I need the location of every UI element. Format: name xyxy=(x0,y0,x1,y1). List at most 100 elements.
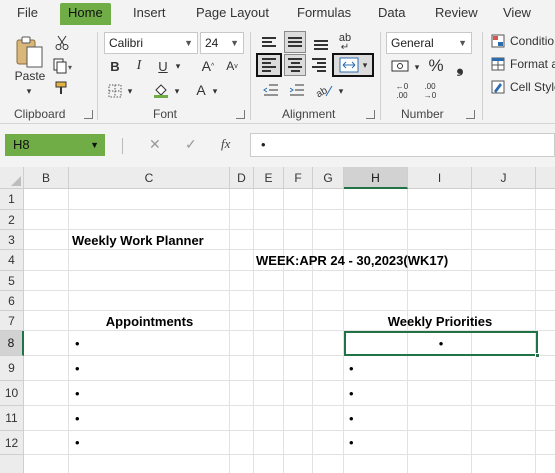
orientation-icon[interactable]: ab xyxy=(314,80,336,100)
row-header-2[interactable]: 2 xyxy=(0,210,24,230)
format-painter-icon[interactable] xyxy=(53,79,71,97)
conditional-formatting-icon[interactable] xyxy=(490,33,506,49)
column-header-k[interactable] xyxy=(536,167,555,189)
cell-c12[interactable]: • xyxy=(75,435,80,450)
fill-handle[interactable] xyxy=(535,353,540,358)
cell-c3[interactable]: Weekly Work Planner xyxy=(72,233,204,248)
cell-c11[interactable]: • xyxy=(75,411,80,426)
row-header-11[interactable]: 11 xyxy=(0,406,24,431)
font-launcher-icon[interactable] xyxy=(236,110,245,119)
cell-h11[interactable]: • xyxy=(349,411,354,426)
format-as-table-icon[interactable] xyxy=(490,56,506,72)
cell-c8[interactable]: • xyxy=(75,336,80,351)
row-header-5[interactable]: 5 xyxy=(0,271,24,291)
cell-c10[interactable]: • xyxy=(75,386,80,401)
column-header-f[interactable]: F xyxy=(284,167,313,189)
increase-decimal-button[interactable]: ←0 .00 xyxy=(388,80,416,102)
row-header-3[interactable]: 3 xyxy=(0,230,24,250)
middle-align-icon[interactable] xyxy=(284,31,306,53)
clipboard-launcher-icon[interactable] xyxy=(84,110,93,119)
column-header-h[interactable]: H xyxy=(344,167,408,189)
accounting-format-icon[interactable] xyxy=(388,56,412,76)
font-color-dropdown-icon[interactable]: ▾ xyxy=(210,84,220,98)
row-header-9[interactable]: 9 xyxy=(0,356,24,381)
row-header-8[interactable]: 8 xyxy=(0,331,24,356)
number-format-dropdown[interactable]: General ▼ xyxy=(386,32,472,54)
cell-h9[interactable]: • xyxy=(349,361,354,376)
conditional-formatting-button[interactable]: Conditio xyxy=(510,32,555,50)
cell-h12[interactable]: • xyxy=(349,435,354,450)
active-cell-selection[interactable] xyxy=(344,331,538,356)
align-left-button[interactable] xyxy=(256,53,282,77)
format-as-table-button[interactable]: Format a xyxy=(510,55,555,73)
worksheet-grid[interactable]: B C D E F G H I J 1 2 3 4 5 6 7 8 9 10 1… xyxy=(0,167,555,473)
borders-icon[interactable] xyxy=(105,82,125,100)
fill-color-icon[interactable] xyxy=(150,80,172,100)
alignment-launcher-icon[interactable] xyxy=(366,110,375,119)
column-header-c[interactable]: C xyxy=(69,167,230,189)
underline-dropdown-icon[interactable]: ▾ xyxy=(172,58,184,74)
font-color-button[interactable]: A xyxy=(192,80,210,100)
shrink-font-button[interactable]: Av xyxy=(222,56,242,76)
tab-file[interactable]: File xyxy=(17,3,38,25)
row-header-6[interactable]: 6 xyxy=(0,291,24,311)
tab-insert[interactable]: Insert xyxy=(133,3,166,25)
cell-styles-button[interactable]: Cell Style xyxy=(510,78,555,96)
tab-review[interactable]: Review xyxy=(435,3,478,25)
column-header-d[interactable]: D xyxy=(230,167,254,189)
bold-button[interactable]: B xyxy=(106,56,124,76)
tab-data[interactable]: Data xyxy=(378,3,405,25)
row-header-1[interactable]: 1 xyxy=(0,189,24,210)
tab-view[interactable]: View xyxy=(503,3,531,25)
cell-h7[interactable]: Weekly Priorities xyxy=(344,314,536,329)
cell-styles-icon[interactable] xyxy=(490,79,506,95)
row-header-13[interactable] xyxy=(0,455,24,473)
fill-color-dropdown-icon[interactable]: ▾ xyxy=(172,84,182,98)
tab-home[interactable]: Home xyxy=(60,3,111,25)
column-header-e[interactable]: E xyxy=(254,167,284,189)
copy-icon[interactable]: ▾ xyxy=(51,57,77,75)
column-header-g[interactable]: G xyxy=(313,167,344,189)
grow-font-button[interactable]: A ^ xyxy=(198,56,218,76)
wrap-text-button[interactable]: ab ↵ xyxy=(334,32,356,54)
name-box[interactable]: H8 ▼ xyxy=(5,134,105,156)
row-header-7[interactable]: 7 xyxy=(0,311,24,331)
percent-style-button[interactable]: % xyxy=(426,56,446,76)
bottom-align-icon[interactable] xyxy=(310,34,332,56)
cancel-icon[interactable]: ✕ xyxy=(149,136,161,153)
underline-button[interactable]: U xyxy=(154,56,172,76)
select-all-button[interactable] xyxy=(0,167,24,189)
align-center-button[interactable] xyxy=(284,54,306,76)
orientation-dropdown-icon[interactable]: ▾ xyxy=(336,84,346,98)
merge-center-button[interactable]: ▾ xyxy=(332,53,374,77)
cell-c9[interactable]: • xyxy=(75,361,80,376)
cut-icon[interactable] xyxy=(53,34,71,52)
italic-button[interactable]: I xyxy=(130,56,148,76)
decrease-indent-icon[interactable] xyxy=(260,80,282,100)
top-align-icon[interactable] xyxy=(258,31,280,53)
accounting-dropdown-icon[interactable]: ▾ xyxy=(412,60,422,74)
borders-dropdown-icon[interactable]: ▾ xyxy=(125,84,135,98)
enter-icon[interactable]: ✓ xyxy=(185,136,197,153)
font-size-dropdown[interactable]: 24 ▼ xyxy=(200,32,244,54)
increase-indent-icon[interactable] xyxy=(286,80,308,100)
cell-c7[interactable]: Appointments xyxy=(69,314,230,329)
cell-e4[interactable]: WEEK:APR 24 - 30,2023(WK17) xyxy=(256,253,448,268)
decrease-decimal-button[interactable]: .00 →0 xyxy=(416,80,444,102)
tab-formulas[interactable]: Formulas xyxy=(297,3,351,25)
column-header-j[interactable]: J xyxy=(472,167,536,189)
font-name-dropdown[interactable]: Calibri ▼ xyxy=(104,32,198,54)
paste-icon[interactable] xyxy=(12,34,48,70)
row-header-10[interactable]: 10 xyxy=(0,381,24,406)
insert-function-icon[interactable]: fx xyxy=(221,136,230,152)
paste-label[interactable]: Paste xyxy=(10,68,50,84)
row-header-4[interactable]: 4 xyxy=(0,250,24,271)
paste-dropdown-icon[interactable]: ▾ xyxy=(18,86,40,96)
align-right-button[interactable] xyxy=(308,54,330,76)
cell-h10[interactable]: • xyxy=(349,386,354,401)
comma-style-button[interactable]: ❟ xyxy=(450,56,470,76)
row-header-12[interactable]: 12 xyxy=(0,431,24,455)
column-header-b[interactable]: B xyxy=(24,167,69,189)
formula-input[interactable]: • xyxy=(250,133,555,157)
tab-page-layout[interactable]: Page Layout xyxy=(196,3,269,25)
